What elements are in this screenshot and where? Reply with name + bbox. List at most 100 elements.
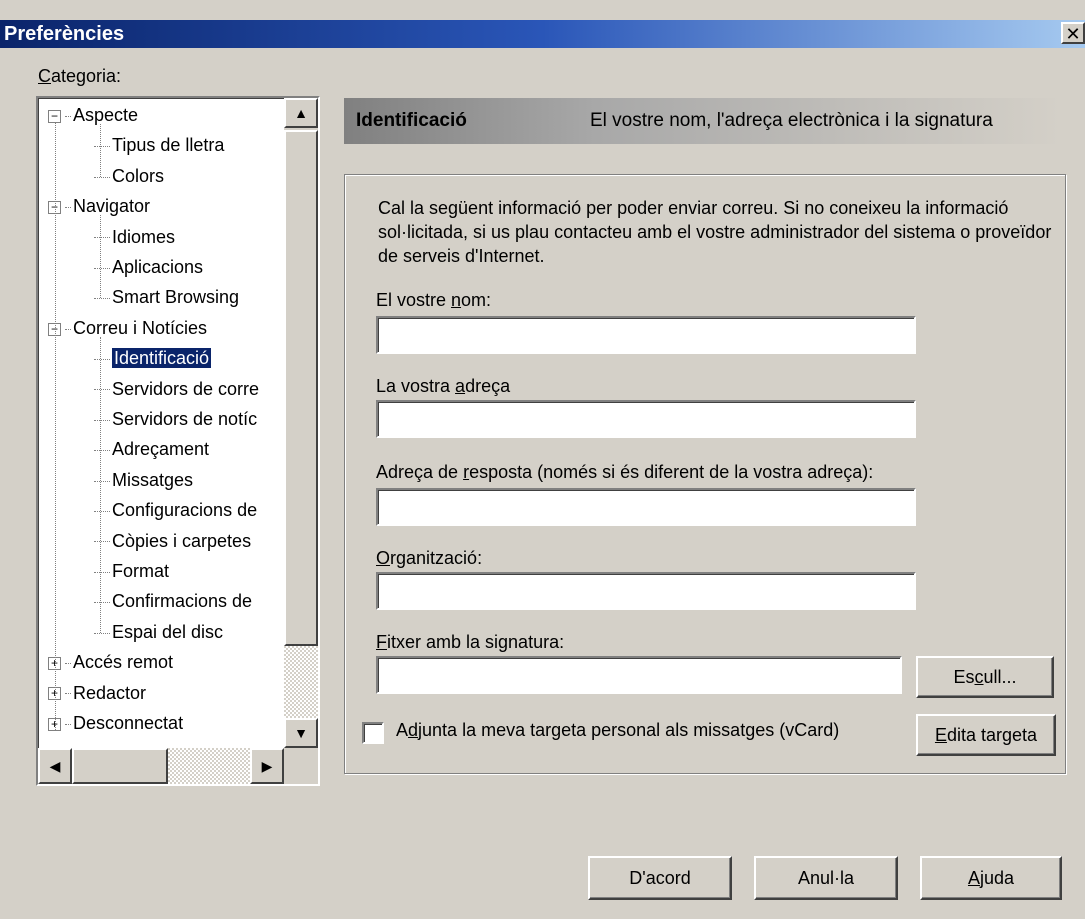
intro-text: Cal la següent informació per poder envi… (378, 198, 1052, 266)
tree-group-item[interactable]: + Accés remot (48, 649, 173, 679)
tree-item-label: Configuracions de (112, 500, 258, 521)
scroll-right-icon[interactable]: ▶ (250, 748, 284, 784)
email-field[interactable] (376, 400, 916, 438)
attach-vcard-label[interactable]: Adjunta la meva targeta personal als mis… (396, 720, 839, 741)
reply-address-label: Adreça de resposta (només si és diferent… (376, 462, 874, 482)
tree-item-label: Colors (112, 165, 165, 186)
tree-connector (94, 267, 110, 269)
tree-connector (94, 541, 110, 543)
tree-connector (94, 510, 110, 512)
horizontal-scroll-thumb[interactable] (72, 748, 168, 784)
tree-connector (94, 298, 110, 300)
tree-connector (94, 571, 110, 573)
tree-horizontal-scrollbar[interactable]: ◀ ▶ (38, 748, 284, 784)
choose-file-button[interactable]: Es c ull... (916, 656, 1054, 698)
ok-button[interactable]: D'acord (588, 856, 732, 900)
tree-item-label: Espai del disc (112, 621, 224, 642)
tree-leaf-item[interactable]: Format (94, 558, 169, 588)
tree-item-label: Confirmacions de (112, 591, 253, 612)
help-button[interactable]: Ajuda (920, 856, 1062, 900)
tree-leaf-item[interactable]: Aplicacions (94, 254, 203, 284)
horizontal-scroll-track[interactable] (168, 748, 250, 784)
organization-label: Organització: (376, 548, 483, 568)
tree-leaf-item[interactable]: Idiomes (94, 224, 175, 254)
tree-leaf-item[interactable]: Missatges (94, 467, 193, 497)
tree-item-label: Còpies i carpetes (112, 530, 252, 551)
tree-item-label: Format (112, 561, 170, 581)
name-label: El vostre nom: (376, 290, 492, 310)
cancel-button[interactable]: Anul·la (754, 856, 898, 900)
tree-leaf-item[interactable]: Còpies i carpetes (94, 528, 251, 558)
tree-leaf-item[interactable]: Tipus de lletra (94, 132, 224, 162)
section-header: Identificació El vostre nom, l'adreça el… (344, 98, 1062, 144)
name-field[interactable] (376, 316, 916, 354)
tree-item-label: Tipus de lletra (112, 135, 225, 156)
tree-connector (94, 419, 110, 421)
scroll-up-icon[interactable]: ▲ (284, 98, 318, 128)
tree-group-item[interactable]: − Correu i Notícies (48, 315, 207, 345)
tree-leaf-item[interactable]: Smart Browsing (94, 284, 239, 314)
tree-guide-line (100, 215, 101, 299)
tree-leaf-item[interactable]: Configuracions de (94, 497, 257, 527)
tree-connector (94, 176, 110, 178)
section-description: El vostre nom, l'adreça electrònica i la… (590, 110, 993, 131)
address-label: La vostra adreça (376, 376, 511, 396)
tree-connector (94, 450, 110, 452)
tree-connector (65, 662, 71, 664)
tree-connector (94, 237, 110, 239)
tree-item-label: Adreçament (112, 439, 210, 460)
tree-item-label: Aspecte (73, 105, 139, 125)
tree-connector (65, 206, 71, 208)
tree-connector (94, 632, 110, 634)
section-title: Identificació (356, 110, 467, 131)
tree-leaf-item[interactable]: Espai del disc (94, 619, 223, 649)
tree-item-label: Missatges (112, 469, 194, 490)
tree-leaf-item[interactable]: Colors (94, 163, 164, 193)
tree-item-label: Navigator (73, 196, 151, 217)
tree-group-item[interactable]: − Aspecte (48, 102, 138, 132)
organization-field[interactable] (376, 572, 916, 610)
tree-leaf-item[interactable]: Adreçament (94, 436, 209, 466)
tree-connector (65, 328, 71, 330)
reply-address-field[interactable] (376, 488, 916, 526)
window-title: Preferències (4, 23, 125, 45)
scroll-corner (284, 748, 318, 784)
vertical-scroll-track[interactable] (284, 646, 318, 718)
tree-item-label: Aplicacions (112, 257, 204, 277)
tree-item-label: Desconnectat (73, 713, 184, 733)
tree-item-label: Identificació (110, 347, 213, 370)
tree-connector (94, 389, 110, 391)
tree-item-label: Idiomes (112, 226, 176, 247)
tree-content: − Aspecte Tipus de lletra Colors − Navigator I… (38, 98, 284, 748)
tree-leaf-item[interactable]: Identificació (94, 345, 213, 375)
edit-card-button[interactable]: Edita targeta (916, 714, 1056, 756)
tree-connector (94, 146, 110, 148)
tree-group-item[interactable]: + Desconnectat (48, 710, 183, 740)
tree-connector (94, 358, 110, 360)
tree-leaf-item[interactable]: Servidors de corre (94, 376, 259, 406)
tree-item-label: Accés remot (73, 652, 174, 673)
attach-vcard-checkbox[interactable] (362, 722, 384, 744)
signature-file-field[interactable] (376, 656, 902, 694)
tree-guide-line (100, 124, 101, 177)
tree-connector (94, 480, 110, 482)
tree-connector (65, 723, 71, 725)
tree-root-line (55, 122, 56, 730)
tree-group-item[interactable]: + Redactor (48, 680, 146, 710)
tree-item-label: Correu i Notícies (73, 317, 208, 338)
collapse-icon[interactable]: − (48, 109, 61, 123)
signature-file-label: Fitxer amb la signatura: (376, 632, 565, 652)
tree-item-label: Smart Browsing (112, 287, 240, 308)
tree-item-label: Servidors de corre (112, 378, 260, 399)
scroll-left-icon[interactable]: ◀ (38, 748, 72, 784)
tree-vertical-scrollbar[interactable]: ▲ ▼ (284, 98, 318, 748)
tree-leaf-item[interactable]: Servidors de notíc (94, 406, 257, 436)
close-icon[interactable]: ✕ (1061, 22, 1085, 44)
scroll-down-icon[interactable]: ▼ (284, 718, 318, 748)
category-tree[interactable]: − Aspecte Tipus de lletra Colors − Navigator I… (36, 96, 320, 786)
vertical-scroll-thumb[interactable] (284, 130, 318, 646)
title-bar: Preferències ✕ (0, 20, 1085, 48)
tree-item-label: Redactor (73, 682, 147, 703)
tree-connector (65, 693, 71, 695)
tree-leaf-item[interactable]: Confirmacions de (94, 588, 252, 618)
